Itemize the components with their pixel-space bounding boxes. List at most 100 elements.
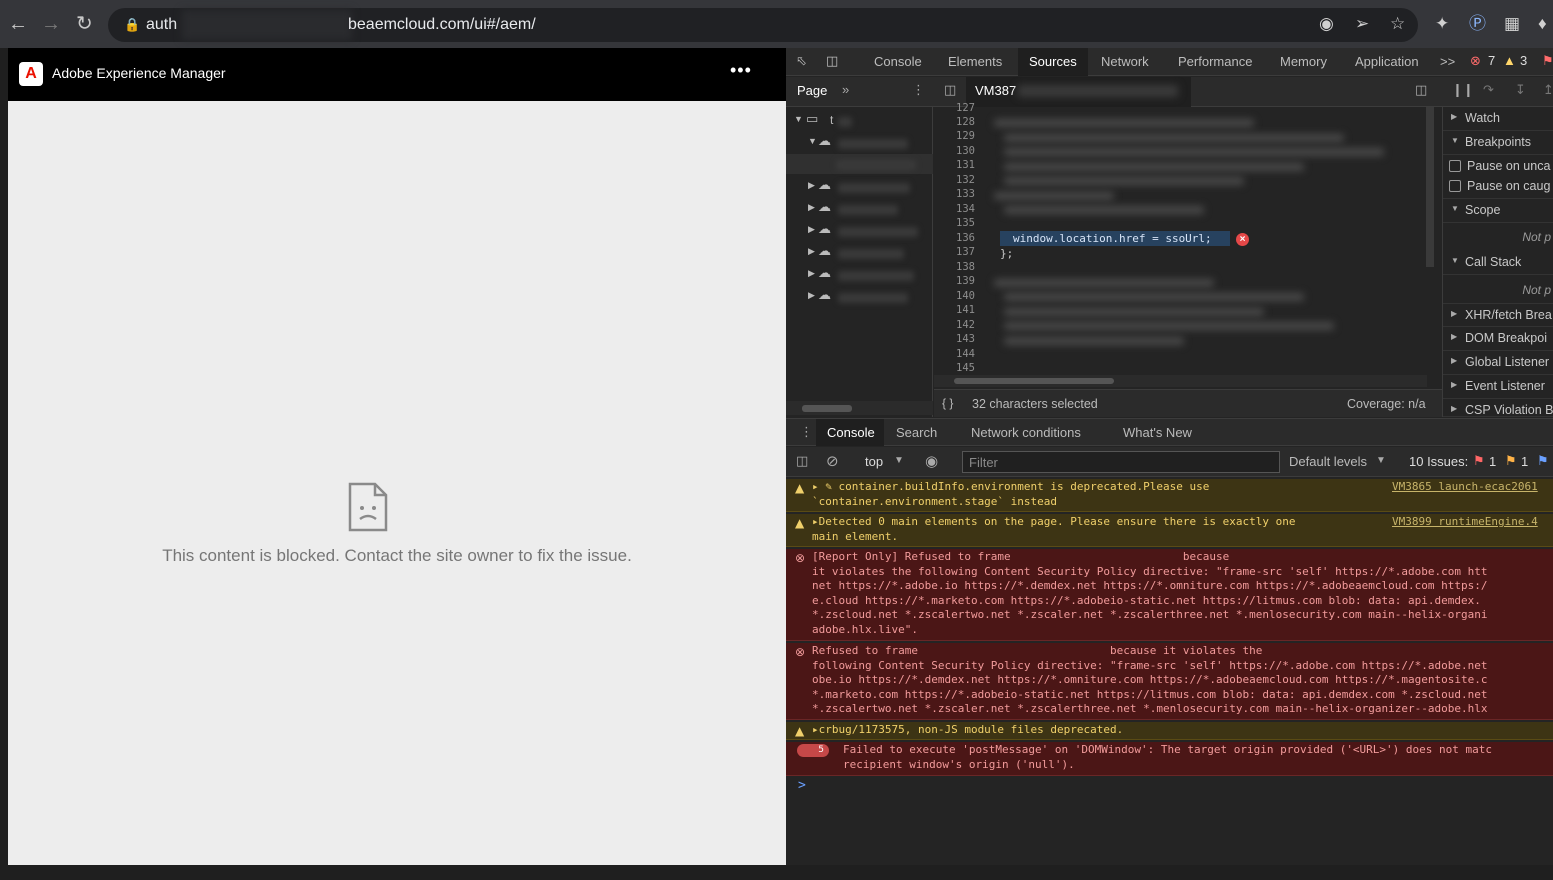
line-number[interactable]: 143: [956, 332, 975, 347]
more-navigators-icon[interactable]: »: [842, 82, 849, 97]
password-manager-icon[interactable]: Ⓟ: [1469, 14, 1486, 34]
collapse-icon[interactable]: ▶: [808, 246, 815, 257]
pause-caught-option[interactable]: Pause on caug: [1443, 175, 1553, 199]
tab-memory[interactable]: Memory: [1280, 54, 1327, 69]
expand-icon[interactable]: ▼: [1451, 256, 1459, 265]
navigator-scroll-thumb[interactable]: [802, 405, 852, 412]
pause-icon[interactable]: ❙❙: [1452, 82, 1474, 98]
live-expression-eye-icon[interactable]: ◉: [925, 452, 938, 470]
tab-page[interactable]: Page: [797, 83, 827, 98]
line-number[interactable]: 133: [956, 187, 975, 202]
line-number[interactable]: 135: [956, 216, 975, 231]
inspect-icon[interactable]: ⬁: [796, 53, 807, 69]
issues-flag-icon[interactable]: ⚑: [1542, 53, 1553, 69]
tree-item[interactable]: ▶ ☁: [786, 199, 933, 219]
lock-icon[interactable]: 🔒: [124, 17, 140, 33]
editor-vertical-scrollbar[interactable]: [1426, 107, 1434, 267]
reload-icon[interactable]: ↻: [76, 12, 93, 36]
tree-item[interactable]: ▶ ☁: [786, 243, 933, 263]
apps-icon[interactable]: ▦: [1504, 14, 1520, 34]
drawer-tab-console[interactable]: Console: [827, 425, 875, 440]
line-number[interactable]: 145: [956, 361, 975, 376]
toggle-navigator-icon[interactable]: ◫: [944, 82, 956, 98]
collapse-icon[interactable]: ▶: [808, 202, 815, 213]
star-icon[interactable]: ☆: [1390, 14, 1405, 34]
console-error[interactable]: 5 Failed to execute 'postMessage' on 'DO…: [786, 742, 1553, 776]
pause-uncaught-checkbox[interactable]: [1449, 160, 1461, 172]
eye-icon[interactable]: ◉: [1319, 14, 1334, 34]
tree-item-selected[interactable]: [786, 154, 933, 174]
collapse-icon[interactable]: ▶: [1451, 332, 1457, 341]
issue-warning-count[interactable]: 1: [1521, 454, 1528, 469]
chevron-down-icon[interactable]: ▼: [1376, 455, 1386, 466]
issues-button[interactable]: 10 Issues:: [1409, 454, 1468, 469]
expand-icon[interactable]: ▼: [794, 114, 803, 124]
line-number[interactable]: 141: [956, 303, 975, 318]
collapse-icon[interactable]: ▶: [808, 180, 815, 191]
step-out-icon[interactable]: ↥: [1543, 82, 1553, 98]
section-xhr-breakpoints[interactable]: ▶ XHR/fetch Brea: [1443, 303, 1553, 327]
expand-icon[interactable]: ▼: [1451, 136, 1459, 145]
more-tabs-icon[interactable]: >>: [1440, 54, 1455, 69]
tree-item[interactable]: ▶ ☁: [786, 265, 933, 285]
drawer-tab-network-conditions[interactable]: Network conditions: [971, 425, 1081, 440]
code-editor[interactable]: 127 128 129 130 131 132 133 134 135 136 …: [934, 102, 1442, 417]
navigator-menu-icon[interactable]: ⋮: [912, 82, 925, 98]
tab-network[interactable]: Network: [1101, 54, 1149, 69]
tab-console[interactable]: Console: [874, 54, 922, 69]
section-csp-violation[interactable]: ▶ CSP Violation B: [1443, 399, 1553, 417]
drawer-menu-icon[interactable]: ⋮: [800, 424, 813, 440]
section-breakpoints[interactable]: ▼ Breakpoints: [1443, 131, 1553, 155]
context-selector[interactable]: top: [865, 454, 883, 469]
console-filter-input[interactable]: Filter: [962, 451, 1280, 473]
line-number[interactable]: 131: [956, 158, 975, 173]
issue-error-icon[interactable]: ⚑: [1473, 453, 1485, 469]
sidebar-toggle-icon[interactable]: ◫: [796, 453, 808, 469]
expand-icon[interactable]: ▼: [808, 136, 817, 146]
warning-icon[interactable]: ▲: [1503, 53, 1516, 68]
line-number[interactable]: 128: [956, 115, 975, 130]
line-number[interactable]: 136: [956, 231, 975, 246]
section-scope[interactable]: ▼ Scope: [1443, 199, 1553, 223]
pretty-print-icon[interactable]: { }: [942, 396, 953, 410]
editor-horizontal-scrollbar[interactable]: [934, 375, 1427, 387]
tree-item-top[interactable]: ▼ ▭ t: [786, 111, 933, 131]
clear-console-icon[interactable]: ⊘: [826, 452, 839, 470]
log-levels-dropdown[interactable]: Default levels: [1289, 454, 1367, 469]
line-number[interactable]: 132: [956, 173, 975, 188]
tree-item[interactable]: ▼ ☁: [786, 133, 933, 153]
line-number[interactable]: 142: [956, 318, 975, 333]
tab-application[interactable]: Application: [1355, 54, 1419, 69]
more-menu-icon[interactable]: •••: [730, 60, 752, 81]
tab-sources[interactable]: Sources: [1029, 54, 1077, 69]
expand-icon[interactable]: ▼: [1451, 204, 1459, 213]
collapse-icon[interactable]: ▶: [1451, 380, 1457, 389]
section-event-listener-breakpoints[interactable]: ▶ Event Listener: [1443, 375, 1553, 399]
drawer-tab-whats-new[interactable]: What's New: [1123, 425, 1192, 440]
share-icon[interactable]: ➢: [1355, 14, 1369, 34]
message-source-link[interactable]: VM3899 runtimeEngine.4: [1392, 515, 1538, 530]
line-number[interactable]: 138: [956, 260, 975, 275]
navigator-scrollbar[interactable]: [786, 401, 933, 415]
address-bar[interactable]: 🔒 auth beaemcloud.com/ui#/aem/: [108, 8, 1418, 42]
line-number[interactable]: 139: [956, 274, 975, 289]
chevron-down-icon[interactable]: ▼: [894, 455, 904, 466]
collapse-icon[interactable]: ▶: [1451, 309, 1457, 318]
line-number[interactable]: 130: [956, 144, 975, 159]
section-global-listeners[interactable]: ▶ Global Listener: [1443, 351, 1553, 375]
toggle-debugger-icon[interactable]: ◫: [1415, 82, 1427, 98]
message-source-link[interactable]: VM3865 launch-ecac2061: [1392, 480, 1538, 495]
collapse-icon[interactable]: ▶: [1451, 112, 1457, 121]
pause-caught-checkbox[interactable]: [1449, 180, 1461, 192]
tree-item[interactable]: ▶ ☁: [786, 287, 933, 307]
puzzle-icon[interactable]: ♦: [1538, 14, 1547, 34]
issue-warning-icon[interactable]: ⚑: [1505, 453, 1517, 469]
line-number[interactable]: 134: [956, 202, 975, 217]
drawer-tab-search[interactable]: Search: [896, 425, 937, 440]
collapse-icon[interactable]: ▶: [808, 290, 815, 301]
line-number[interactable]: 129: [956, 129, 975, 144]
error-marker-icon[interactable]: ×: [1236, 233, 1249, 246]
editor-scroll-thumb[interactable]: [954, 378, 1114, 384]
forward-icon[interactable]: →: [41, 12, 61, 36]
tree-item[interactable]: ▶ ☁: [786, 177, 933, 197]
